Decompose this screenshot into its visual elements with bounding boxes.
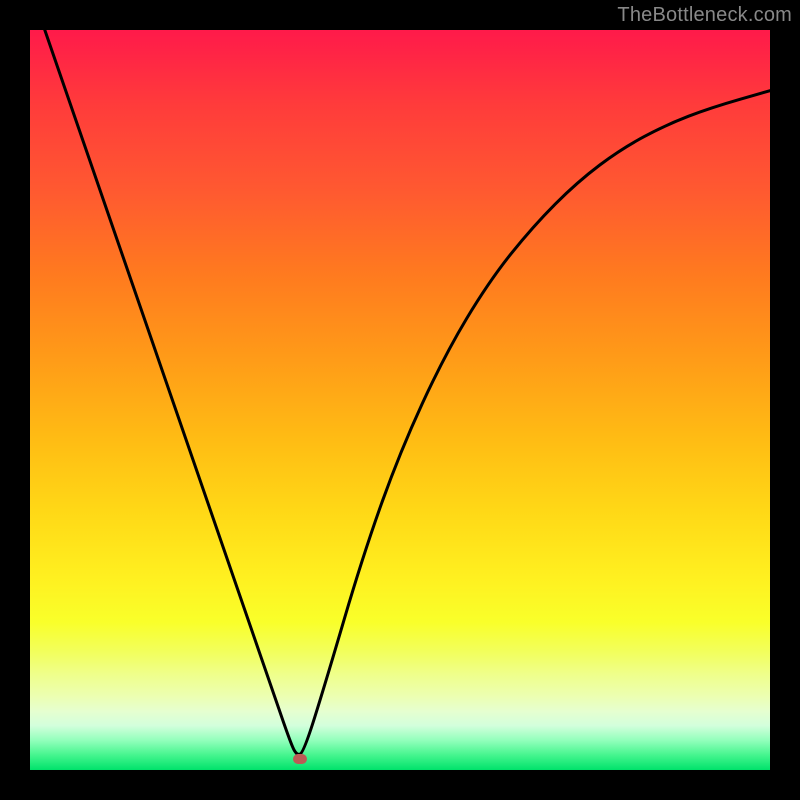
chart-frame: TheBottleneck.com bbox=[0, 0, 800, 800]
optimal-marker bbox=[293, 754, 307, 764]
plot-area bbox=[30, 30, 770, 770]
bottleneck-curve bbox=[30, 30, 770, 770]
watermark-text: TheBottleneck.com bbox=[617, 4, 792, 27]
curve-path bbox=[45, 30, 770, 754]
